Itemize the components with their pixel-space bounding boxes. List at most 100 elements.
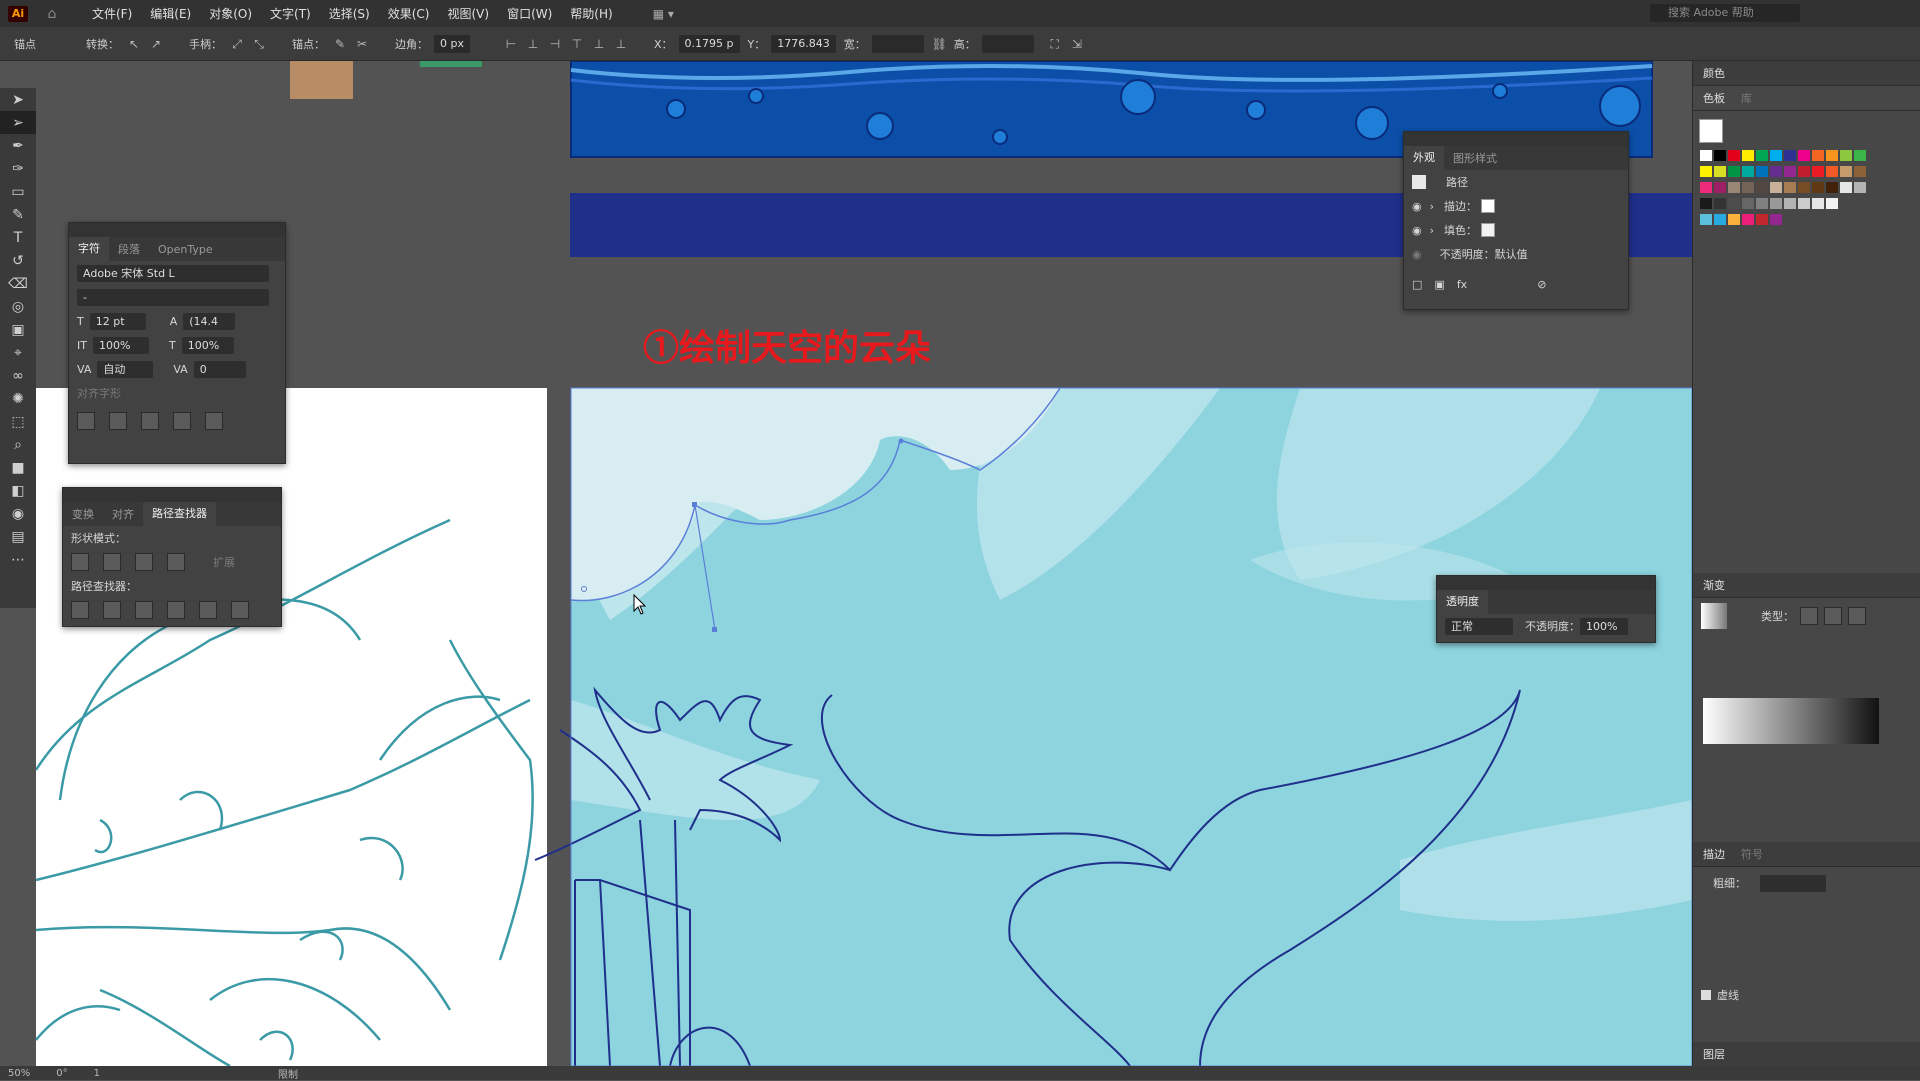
trim-icon[interactable]	[103, 601, 121, 619]
tab-layers[interactable]: 图层	[1703, 1046, 1725, 1062]
corner-input[interactable]: 0 px	[434, 34, 470, 53]
minus-back-icon[interactable]	[231, 601, 249, 619]
menu-type[interactable]: 文字(T)	[270, 5, 311, 22]
swatch-grid[interactable]	[1693, 111, 1920, 237]
stroke-weight-input[interactable]	[1760, 874, 1826, 892]
tab-opentype[interactable]: OpenType	[149, 243, 222, 256]
menu-object[interactable]: 对象(O)	[209, 5, 252, 22]
menu-file[interactable]: 文件(F)	[92, 5, 132, 22]
anchor-point[interactable]	[898, 438, 904, 444]
tab-symbols[interactable]: 符号	[1741, 846, 1763, 862]
symbol-sprayer-icon[interactable]: ✺	[0, 387, 36, 410]
freeform-gradient-icon[interactable]	[1848, 607, 1866, 625]
y-input[interactable]: 1776.843	[771, 34, 836, 53]
anchor-point[interactable]	[692, 502, 697, 507]
dashed-checkbox[interactable]	[1701, 990, 1711, 1000]
stroke-label[interactable]: 描边：	[1444, 198, 1477, 214]
merge-icon[interactable]	[135, 601, 153, 619]
tab-pathfinder[interactable]: 路径查找器	[143, 502, 216, 526]
character-panel-titlebar[interactable]	[69, 223, 285, 237]
glyph-em-box-icon[interactable]	[77, 412, 95, 430]
linear-gradient-icon[interactable]	[1800, 607, 1818, 625]
tab-gradient[interactable]: 渐变	[1703, 577, 1725, 593]
rectangle-tool-icon[interactable]: ▭	[0, 180, 36, 203]
glyph-x-height-icon[interactable]	[173, 412, 191, 430]
draw-mode-icon[interactable]: ◉	[0, 502, 36, 525]
blend-tool-icon[interactable]: ∞	[0, 364, 36, 387]
direct-selection-tool-icon[interactable]: ➢	[0, 111, 36, 134]
color-mode-icon[interactable]: ◧	[0, 479, 36, 502]
glyph-anchor-icon[interactable]	[205, 412, 223, 430]
transparency-panel-titlebar[interactable]	[1437, 576, 1655, 590]
fill-label[interactable]: 填色：	[1444, 222, 1477, 238]
artboard-tool-icon[interactable]: ⬚	[0, 410, 36, 433]
selection-tool-icon[interactable]: ➤	[0, 88, 36, 111]
menu-view[interactable]: 视图(V)	[447, 5, 489, 22]
font-family-select[interactable]: Adobe 宋体 Std L	[77, 264, 269, 282]
font-style-select[interactable]: -	[77, 288, 269, 306]
home-icon[interactable]: ⌂	[42, 6, 62, 22]
color-panel-header[interactable]: 颜色	[1693, 61, 1920, 86]
tab-align[interactable]: 对齐	[103, 506, 143, 522]
zoom-level[interactable]: 50%	[8, 1068, 30, 1079]
gradient-slider[interactable]	[1703, 698, 1879, 744]
handle-hide-icon[interactable]: ⤢	[230, 37, 244, 51]
opacity-label[interactable]: 不透明度：	[1440, 246, 1495, 262]
divide-icon[interactable]	[71, 601, 89, 619]
minus-front-icon[interactable]	[103, 553, 121, 571]
transform-icon[interactable]: ⛶	[1048, 37, 1062, 51]
menu-edit[interactable]: 编辑(E)	[150, 5, 191, 22]
align-bottom-icon[interactable]: ⊥	[614, 37, 628, 51]
align-right-icon[interactable]: ⊣	[548, 37, 562, 51]
artboard-number[interactable]: 1	[94, 1068, 100, 1079]
leading-input[interactable]: (14.4	[183, 312, 236, 330]
gradient-thumbnail[interactable]	[1701, 603, 1727, 629]
tab-appearance[interactable]: 外观	[1404, 146, 1444, 170]
handle-point[interactable]	[712, 627, 717, 632]
kerning-input[interactable]: 自动	[97, 360, 154, 378]
align-center-icon[interactable]: ⊥	[526, 37, 540, 51]
rotation-value[interactable]: 0°	[56, 1068, 67, 1079]
expand-button[interactable]: 扩展	[213, 554, 235, 570]
eraser-tool-icon[interactable]: ⌫	[0, 272, 36, 295]
menu-help[interactable]: 帮助(H)	[570, 5, 612, 22]
transparency-opacity-input[interactable]: 100%	[1580, 617, 1628, 635]
gradient-tool-icon[interactable]: ▣	[0, 318, 36, 341]
tab-graphic-styles[interactable]: 图形样式	[1444, 150, 1506, 166]
curvature-tool-icon[interactable]: ✑	[0, 157, 36, 180]
menu-window[interactable]: 窗口(W)	[507, 5, 552, 22]
glyph-ic-box-icon[interactable]	[109, 412, 127, 430]
w-input[interactable]	[871, 34, 924, 53]
tab-swatches[interactable]: 色板	[1703, 90, 1725, 106]
stroke-none-swatch[interactable]	[1481, 199, 1496, 213]
tab-stroke[interactable]: 描边	[1703, 846, 1725, 862]
fill-stroke-proxy[interactable]	[1699, 119, 1723, 143]
h-input[interactable]	[981, 34, 1034, 53]
handle-show-icon[interactable]: ⤡	[252, 37, 266, 51]
stroke-visibility-icon[interactable]: ◉	[1412, 200, 1422, 213]
tracking-input[interactable]: 0	[193, 360, 246, 378]
cut-path-icon[interactable]: ✂	[355, 37, 369, 51]
menu-effect[interactable]: 效果(C)	[388, 5, 430, 22]
add-fill-icon[interactable]: ▣	[1434, 278, 1444, 291]
tab-paragraph[interactable]: 段落	[109, 241, 149, 257]
menu-select[interactable]: 选择(S)	[329, 5, 370, 22]
fill-stroke-icon[interactable]: ■	[0, 456, 36, 479]
pen-tool-icon[interactable]: ✒	[0, 134, 36, 157]
tab-transparency[interactable]: 透明度	[1437, 590, 1488, 614]
fill-visibility-icon[interactable]: ◉	[1412, 224, 1422, 237]
constrain-link-icon[interactable]: ⛓	[932, 37, 947, 51]
convert-smooth-icon[interactable]: ↗	[149, 37, 163, 51]
blend-mode-select[interactable]: 正常	[1445, 617, 1513, 635]
exclude-icon[interactable]	[167, 553, 185, 571]
opacity-visibility-icon[interactable]: ◉	[1412, 248, 1422, 261]
screen-mode-icon[interactable]: ▤	[0, 525, 36, 548]
tab-transform[interactable]: 变换	[63, 506, 103, 522]
fill-swatch[interactable]	[1481, 223, 1496, 237]
tab-color[interactable]: 颜色	[1703, 65, 1725, 81]
hscale-input[interactable]: 100%	[181, 336, 234, 354]
tab-libraries[interactable]: 库	[1741, 90, 1752, 106]
stroke-expand-icon[interactable]: ›	[1430, 200, 1434, 213]
x-input[interactable]: 0.1795 p	[678, 34, 740, 53]
radial-gradient-icon[interactable]	[1824, 607, 1842, 625]
